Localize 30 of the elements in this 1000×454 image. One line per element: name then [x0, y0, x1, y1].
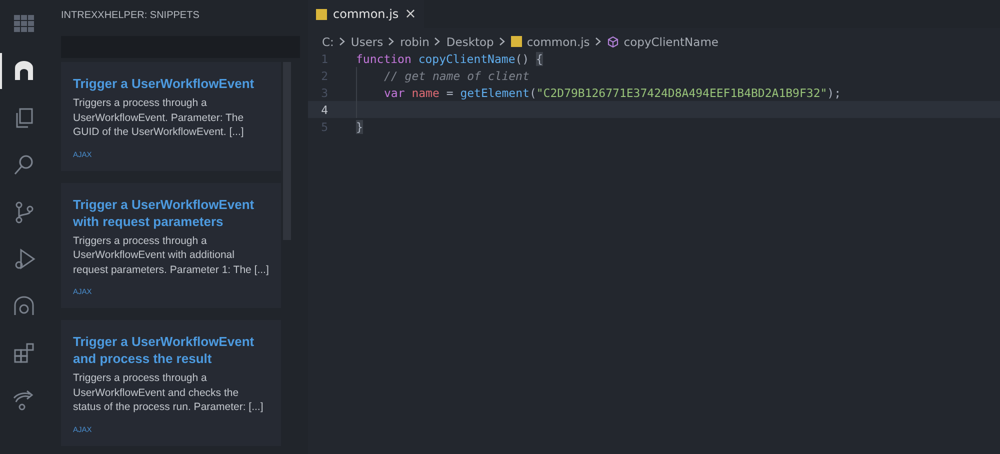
- breadcrumb[interactable]: C:: [322, 34, 334, 48]
- chevron-icon: [388, 37, 396, 46]
- chevron-icon: [498, 37, 506, 46]
- sidebar-title: INTREXXHELPER: SNIPPETS: [61, 9, 200, 23]
- remote-icon: [12, 294, 36, 318]
- code-line: // get name of client: [384, 68, 530, 82]
- chevron-icon: [594, 37, 602, 46]
- snippet-title: Trigger a UserWorkflowEvent and process the result: [73, 333, 256, 367]
- breadcrumb[interactable]: copyClientName: [624, 34, 718, 48]
- code-line: var name = getElement("C2D79B126771E37424D8A494EEF1B4BD2A1B9F32");: [384, 86, 842, 100]
- chevron-icon: [434, 37, 442, 46]
- extensions-icon: [12, 341, 36, 365]
- close-button[interactable]: ×: [404, 6, 416, 22]
- js-file-icon: [316, 8, 327, 20]
- snippet-title: Trigger a UserWorkflowEvent: [73, 75, 256, 92]
- breadcrumb[interactable]: common.js: [526, 34, 590, 48]
- snippet-description: Triggers a process through a UserWorkflowEvent. Parameter: The GUID of the UserWorkflowEvent. [...]: [73, 96, 245, 140]
- code-line: function copyClientName() {: [356, 52, 543, 66]
- line-number: 4: [320, 102, 329, 116]
- search-icon: [12, 153, 36, 177]
- share-icon: [12, 388, 36, 412]
- snippet-description: Triggers a process through a UserWorkflowEvent and checks the status of the process run. Parameter: [...]: [73, 371, 264, 414]
- breadcrumb[interactable]: Desktop: [446, 34, 494, 48]
- js-file-icon: [510, 36, 522, 47]
- snippet-title: Trigger a UserWorkflowEvent with request parameters: [73, 196, 256, 230]
- breadcrumb[interactable]: robin: [400, 34, 430, 48]
- breadcrumb[interactable]: Users: [350, 34, 384, 48]
- chevron-icon: [338, 37, 346, 46]
- snippet-description: Triggers a process through a UserWorkflowEvent with additional request parameters. Parameter 1: The [...]: [73, 234, 269, 277]
- cube-icon: [606, 36, 619, 48]
